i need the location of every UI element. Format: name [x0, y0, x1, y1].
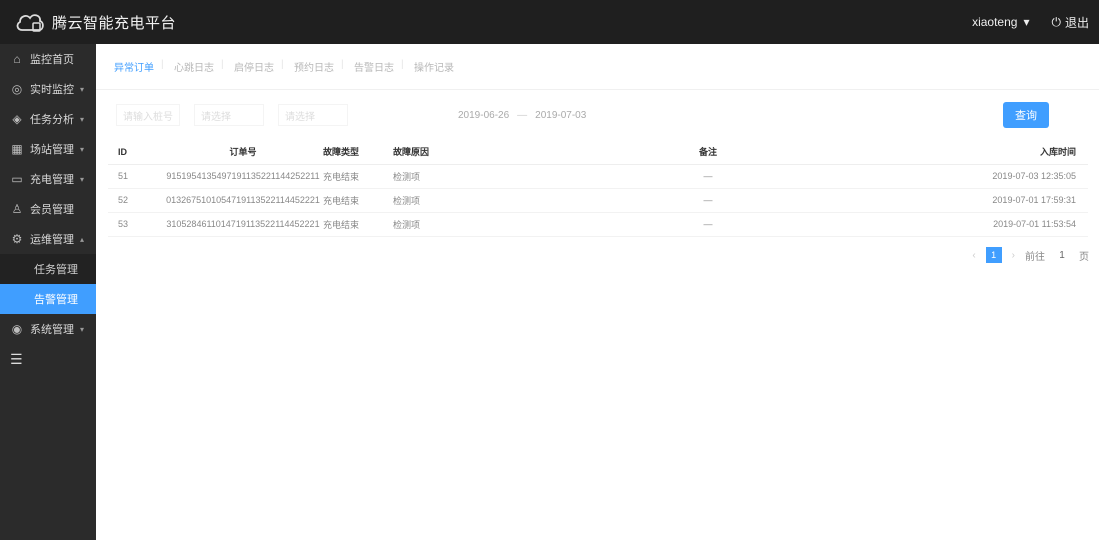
- sidebar-item-realtime[interactable]: ◎ 实时监控 ▾: [0, 74, 96, 104]
- prev-page-icon[interactable]: ‹: [972, 250, 975, 261]
- pile-number-input[interactable]: 请输入桩号: [116, 104, 180, 126]
- type-select[interactable]: 请选择: [278, 104, 348, 126]
- tab-abnormal-orders[interactable]: 异常订单: [104, 59, 164, 74]
- chevron-down-icon: ▾: [80, 174, 85, 184]
- tab-startstop-log[interactable]: 启停日志: [221, 59, 284, 74]
- home-icon: ⌂: [13, 52, 21, 66]
- cell-reason: 检测项: [393, 188, 468, 213]
- username: xiaoteng: [972, 15, 1018, 29]
- cloud-logo-icon: [16, 14, 44, 32]
- date-separator: —: [517, 109, 528, 121]
- chevron-down-icon: ▾: [80, 324, 85, 334]
- pagination: ‹ 1 › 前往 1 页: [972, 247, 1089, 263]
- cell-order: 3105284611014719113522114452221: [163, 212, 323, 237]
- sidebar-item-label: 充电管理: [30, 174, 74, 186]
- cell-reason: 检测项: [393, 212, 468, 237]
- filter-bar: 请输入桩号 请选择 请选择 2019-06-26 — 2019-07-03 查询: [96, 90, 1099, 140]
- chevron-down-icon: ▾: [80, 114, 85, 124]
- main-content: 异常订单 心跳日志 启停日志 预约日志 告警日志 操作记录 请输入桩号 请选择 …: [96, 44, 1099, 540]
- table-row[interactable]: 52 0132675101054719113522114452221 充电结束 …: [108, 188, 1088, 213]
- page-suffix: 页: [1079, 251, 1089, 263]
- tab-heartbeat-log[interactable]: 心跳日志: [161, 59, 224, 74]
- user-icon: ♙: [11, 202, 23, 216]
- cell-note: —: [468, 212, 948, 237]
- brand[interactable]: 腾云智能充电平台: [0, 10, 200, 34]
- user-menu[interactable]: xiaoteng ▾: [972, 15, 1029, 29]
- tab-reservation-log[interactable]: 预约日志: [281, 59, 344, 74]
- chevron-down-icon: ▾: [1023, 15, 1030, 29]
- chevron-up-icon: ▴: [80, 234, 85, 244]
- table-row[interactable]: 51 9151954135497191135221144252211 充电结束 …: [108, 164, 1088, 189]
- sidebar-item-label: 场站管理: [30, 144, 74, 156]
- table-row[interactable]: 53 3105284611014719113522114452221 充电结束 …: [108, 212, 1088, 237]
- charge-icon: ▭: [11, 172, 23, 186]
- sidebar-item-home[interactable]: ⌂ 监控首页: [0, 44, 96, 74]
- header-order: 订单号: [163, 140, 323, 165]
- monitor-icon: ◎: [11, 82, 23, 96]
- sidebar-item-stations[interactable]: ▦ 场站管理 ▾: [0, 134, 96, 164]
- cell-reason: 检测项: [393, 164, 468, 189]
- collapse-menu-icon[interactable]: ☰: [0, 344, 96, 374]
- sidebar-subitem-tasks[interactable]: 任务管理: [0, 254, 96, 284]
- sidebar-item-label: 监控首页: [30, 54, 74, 66]
- cell-note: —: [468, 164, 948, 189]
- header-type: 故障类型: [323, 140, 393, 165]
- chevron-down-icon: ▾: [80, 84, 85, 94]
- logout-button[interactable]: ⏻ 退出: [1051, 14, 1089, 31]
- next-page-icon[interactable]: ›: [1012, 250, 1015, 261]
- sidebar-item-charging[interactable]: ▭ 充电管理 ▾: [0, 164, 96, 194]
- header-note: 备注: [468, 140, 948, 165]
- settings-icon: ◉: [11, 322, 23, 336]
- cell-order: 0132675101054719113522114452221: [163, 188, 323, 213]
- tab-bar: 异常订单 心跳日志 启停日志 预约日志 告警日志 操作记录: [96, 44, 1099, 90]
- sidebar-item-members[interactable]: ♙ 会员管理: [0, 194, 96, 224]
- grid-icon: ▦: [11, 142, 23, 156]
- cell-note: —: [468, 188, 948, 213]
- cell-time: 2019-07-01 17:59:31: [948, 188, 1088, 213]
- header-reason: 故障原因: [393, 140, 468, 165]
- cell-id: 51: [108, 164, 163, 189]
- ops-icon: ⚙: [11, 232, 23, 246]
- status-select[interactable]: 请选择: [194, 104, 264, 126]
- tab-alarm-log[interactable]: 告警日志: [341, 59, 404, 74]
- header-id: ID: [108, 140, 163, 165]
- tab-operation-records[interactable]: 操作记录: [401, 59, 464, 74]
- analysis-icon: ◈: [12, 112, 22, 126]
- cell-type: 充电结束: [323, 212, 393, 237]
- date-end[interactable]: 2019-07-03: [535, 110, 586, 121]
- cell-id: 53: [108, 212, 163, 237]
- cell-time: 2019-07-03 12:35:05: [948, 164, 1088, 189]
- top-bar: 腾云智能充电平台 xiaoteng ▾ ⏻ 退出: [0, 0, 1099, 44]
- sidebar-item-ops[interactable]: ⚙ 运维管理 ▴: [0, 224, 96, 254]
- cell-id: 52: [108, 188, 163, 213]
- cell-type: 充电结束: [323, 188, 393, 213]
- sidebar-item-label: 运维管理: [30, 234, 74, 246]
- date-start[interactable]: 2019-06-26: [458, 110, 509, 121]
- goto-page-input[interactable]: 1: [1055, 250, 1069, 261]
- orders-table: ID 订单号 故障类型 故障原因 备注 入库时间 51 915195413549…: [108, 140, 1088, 237]
- sidebar-item-label: 实时监控: [30, 84, 74, 96]
- sidebar-subitem-alarms[interactable]: 告警管理: [0, 284, 96, 314]
- cell-type: 充电结束: [323, 164, 393, 189]
- header-time: 入库时间: [948, 140, 1088, 165]
- app-title: 腾云智能充电平台: [52, 14, 177, 32]
- logout-label: 退出: [1064, 15, 1089, 30]
- cell-order: 9151954135497191135221144252211: [163, 164, 323, 189]
- sidebar-item-analysis[interactable]: ◈ 任务分析 ▾: [0, 104, 96, 134]
- sidebar-item-label: 任务分析: [30, 114, 74, 126]
- sidebar-item-label: 系统管理: [30, 324, 74, 336]
- power-icon: ⏻: [1051, 14, 1061, 29]
- sidebar-item-label: 会员管理: [30, 204, 74, 216]
- sidebar-item-system[interactable]: ◉ 系统管理 ▾: [0, 314, 96, 344]
- sidebar: ⌂ 监控首页 ◎ 实时监控 ▾ ◈ 任务分析 ▾ ▦ 场站管理 ▾ ▭ 充电管理 ▾ ♙ 会员管理 …: [0, 44, 96, 540]
- cell-time: 2019-07-01 11:53:54: [948, 212, 1088, 237]
- goto-label: 前往: [1025, 251, 1045, 263]
- page-number[interactable]: 1: [985, 247, 1002, 263]
- table-header-row: ID 订单号 故障类型 故障原因 备注 入库时间: [108, 140, 1088, 165]
- query-button[interactable]: 查询: [1003, 102, 1049, 128]
- chevron-down-icon: ▾: [80, 144, 85, 154]
